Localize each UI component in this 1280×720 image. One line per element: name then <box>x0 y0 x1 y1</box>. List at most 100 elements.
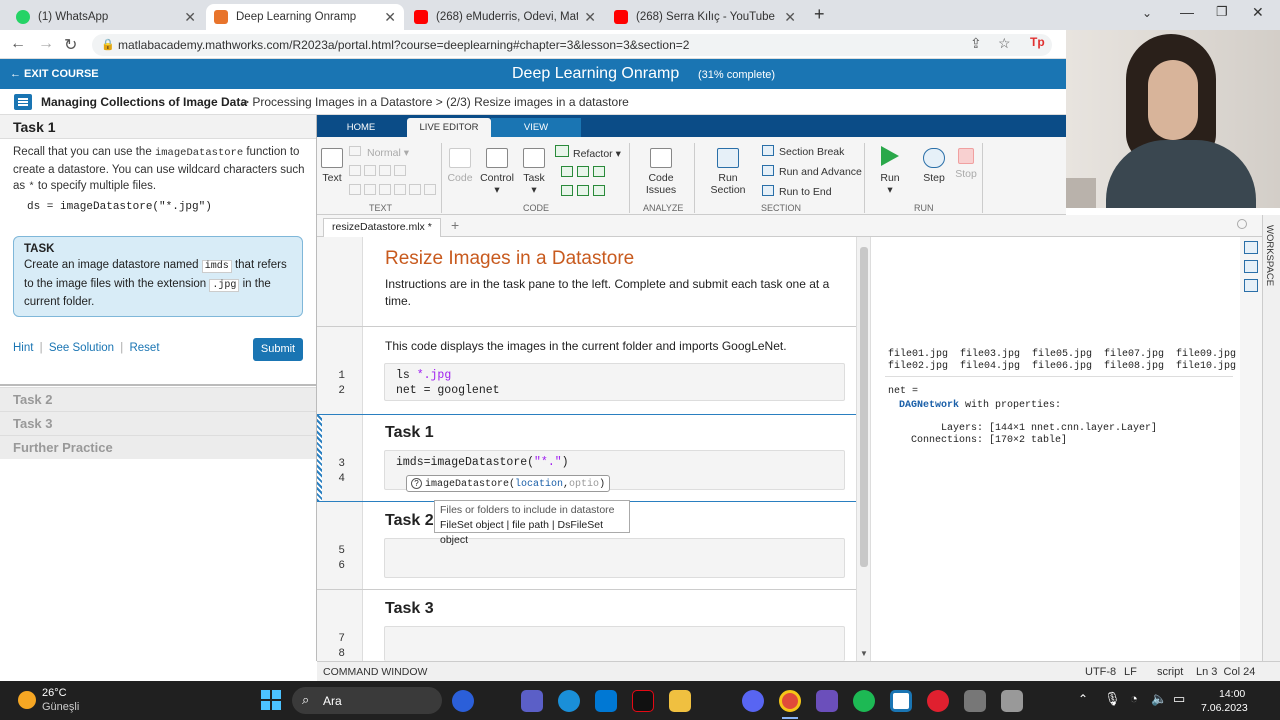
maximize-icon[interactable]: ❐ <box>1216 4 1228 20</box>
scroll-down-icon[interactable]: ▼ <box>860 649 868 658</box>
task-2-section-heading: Task 2 <box>385 512 434 529</box>
workspace-label[interactable]: WORKSPACE <box>1264 225 1275 286</box>
close-icon[interactable]: ✕ <box>384 9 396 26</box>
weather-desc[interactable]: Güneşli <box>42 701 79 713</box>
breadcrumb-path[interactable]: > Processing Images in a Datastore > (2/… <box>242 95 629 109</box>
teams-icon[interactable] <box>521 690 543 712</box>
code-block-task3[interactable] <box>384 626 845 661</box>
task-insert-button[interactable]: Task ▾ <box>520 148 548 196</box>
command-window-tab[interactable]: COMMAND WINDOW <box>323 666 427 678</box>
run-button[interactable]: Run ▾ <box>877 146 903 196</box>
see-solution-link[interactable]: See Solution <box>49 342 114 354</box>
refactor-button[interactable]: Refactor ▾ <box>555 145 625 160</box>
edge-icon[interactable] <box>558 690 580 712</box>
exit-course-link[interactable]: ← EXIT COURSE <box>10 68 99 80</box>
hide-code-icon[interactable] <box>1244 279 1258 292</box>
stop-button[interactable]: Stop <box>953 148 979 180</box>
refactor-tools-2[interactable] <box>561 185 621 197</box>
output-inline-icon[interactable] <box>1244 241 1258 254</box>
task-1-heading[interactable]: Task 1 <box>0 115 316 139</box>
breadcrumb-chapter[interactable]: Managing Collections of Image Data <box>41 95 247 109</box>
task-3-row[interactable]: Task 3 <box>0 411 316 435</box>
weather-sun-icon[interactable] <box>18 691 36 709</box>
file-tab[interactable]: resizeDatastore.mlx * <box>323 218 441 237</box>
run-to-end-button[interactable]: Run to End <box>762 185 832 198</box>
dagnetwork-link[interactable]: DAGNetwork <box>899 400 959 411</box>
code-intro-text: This code displays the images in the cur… <box>385 339 787 353</box>
function-hint-popup[interactable]: ? imageDatastore(location,optio) <box>406 475 611 492</box>
clock-time[interactable]: 14:00 <box>1219 688 1245 700</box>
run-and-advance-button[interactable]: Run and Advance <box>762 165 862 178</box>
bing-icon[interactable] <box>452 690 474 712</box>
app-icon-2[interactable] <box>964 690 986 712</box>
refactor-tools[interactable] <box>561 166 621 178</box>
step-button[interactable]: Step <box>921 148 947 184</box>
app-icon-3[interactable] <box>1001 690 1023 712</box>
spotify-icon[interactable] <box>853 690 875 712</box>
close-window-icon[interactable]: ✕ <box>1252 4 1264 21</box>
section-break-button[interactable]: Section Break <box>762 145 844 158</box>
close-icon[interactable]: ✕ <box>184 9 196 26</box>
output-right-icon[interactable] <box>1244 260 1258 273</box>
close-icon[interactable]: ✕ <box>784 9 796 26</box>
new-tab-icon[interactable]: + <box>814 4 825 25</box>
code-issues-button[interactable]: Code Issues <box>633 148 689 196</box>
add-tab-icon[interactable]: + <box>451 217 459 233</box>
battery-icon[interactable]: ▭ <box>1173 691 1185 707</box>
close-icon[interactable]: ✕ <box>584 9 596 26</box>
reset-link[interactable]: Reset <box>129 342 159 354</box>
workspace-strip[interactable]: WORKSPACE <box>1262 215 1280 661</box>
submit-button[interactable]: Submit <box>253 338 303 361</box>
weather-temp[interactable]: 26°C <box>42 687 67 699</box>
scrollbar-thumb[interactable] <box>860 247 868 567</box>
volume-icon[interactable]: 🔈 <box>1151 691 1167 707</box>
reload-icon[interactable]: ↻ <box>64 35 77 55</box>
tab-home[interactable]: HOME <box>331 118 391 137</box>
url-input[interactable]: 🔒 matlabacademy.mathworks.com/R2023a/por… <box>92 34 1052 56</box>
browser-tab-youtube[interactable]: (268) Serra Kılıç - YouTube ✕ <box>606 4 804 30</box>
code-button[interactable]: Code <box>445 148 475 184</box>
store-icon[interactable] <box>595 690 617 712</box>
wifi-icon[interactable]: ◔ <box>1130 691 1138 706</box>
task-2-row[interactable]: Task 2 <box>0 387 316 411</box>
live-editor[interactable]: 1 2 3 4 5 6 7 8 Resize Images in a Datas… <box>317 237 870 661</box>
share-icon[interactable]: ⇪ <box>970 35 982 52</box>
menu-icon[interactable] <box>14 94 32 110</box>
opera-icon[interactable] <box>927 690 949 712</box>
alignment-buttons[interactable] <box>349 184 439 196</box>
tab-live-editor[interactable]: LIVE EDITOR <box>407 118 491 137</box>
bookmark-star-icon[interactable]: ☆ <box>998 35 1011 52</box>
text-button[interactable]: Text <box>321 148 343 184</box>
run-section-button[interactable]: Run Section <box>700 148 756 196</box>
back-icon[interactable]: ← <box>10 35 26 53</box>
discord-icon[interactable] <box>742 690 764 712</box>
browser-tab-emuderris[interactable]: (268) eMuderris, Ödevi, Matlab d ✕ <box>406 4 604 30</box>
browser-tab-deep-learning[interactable]: Deep Learning Onramp ✕ <box>206 4 404 30</box>
app-icon[interactable] <box>816 690 838 712</box>
minimize-icon[interactable]: — <box>1180 4 1194 20</box>
editor-options-icon[interactable] <box>1237 219 1247 229</box>
control-button[interactable]: Control ▾ <box>479 148 515 196</box>
file-explorer-icon[interactable] <box>669 690 691 712</box>
normal-style-dropdown[interactable]: Normal ▾ <box>349 146 419 159</box>
help-icon[interactable]: ? <box>411 478 422 489</box>
extension-icon[interactable]: Tp <box>1030 35 1045 49</box>
clock-date[interactable]: 7.06.2023 <box>1201 702 1248 714</box>
forward-icon[interactable]: → <box>38 35 54 53</box>
further-practice-row[interactable]: Further Practice <box>0 435 316 459</box>
editor-scrollbar[interactable]: ▼ <box>856 237 870 661</box>
hint-link[interactable]: Hint <box>13 342 33 354</box>
run-icon <box>881 146 899 166</box>
code-block-intro[interactable]: ls *.jpg net = googlenet <box>384 363 845 401</box>
tab-view[interactable]: VIEW <box>491 118 581 137</box>
format-buttons[interactable] <box>349 165 419 177</box>
netflix-icon[interactable] <box>632 690 654 712</box>
app-window-icon[interactable] <box>890 690 912 712</box>
tab-search-icon[interactable]: ⌄ <box>1142 6 1152 20</box>
browser-tab-whatsapp[interactable]: (1) WhatsApp ✕ <box>8 4 204 30</box>
chrome-icon[interactable] <box>779 690 801 712</box>
windows-start-icon[interactable] <box>261 690 281 710</box>
search-box[interactable]: ⌕ Ara <box>292 687 442 714</box>
chevron-up-icon[interactable]: ⌃ <box>1078 692 1088 706</box>
microphone-icon[interactable]: 🎙 <box>1104 691 1121 707</box>
